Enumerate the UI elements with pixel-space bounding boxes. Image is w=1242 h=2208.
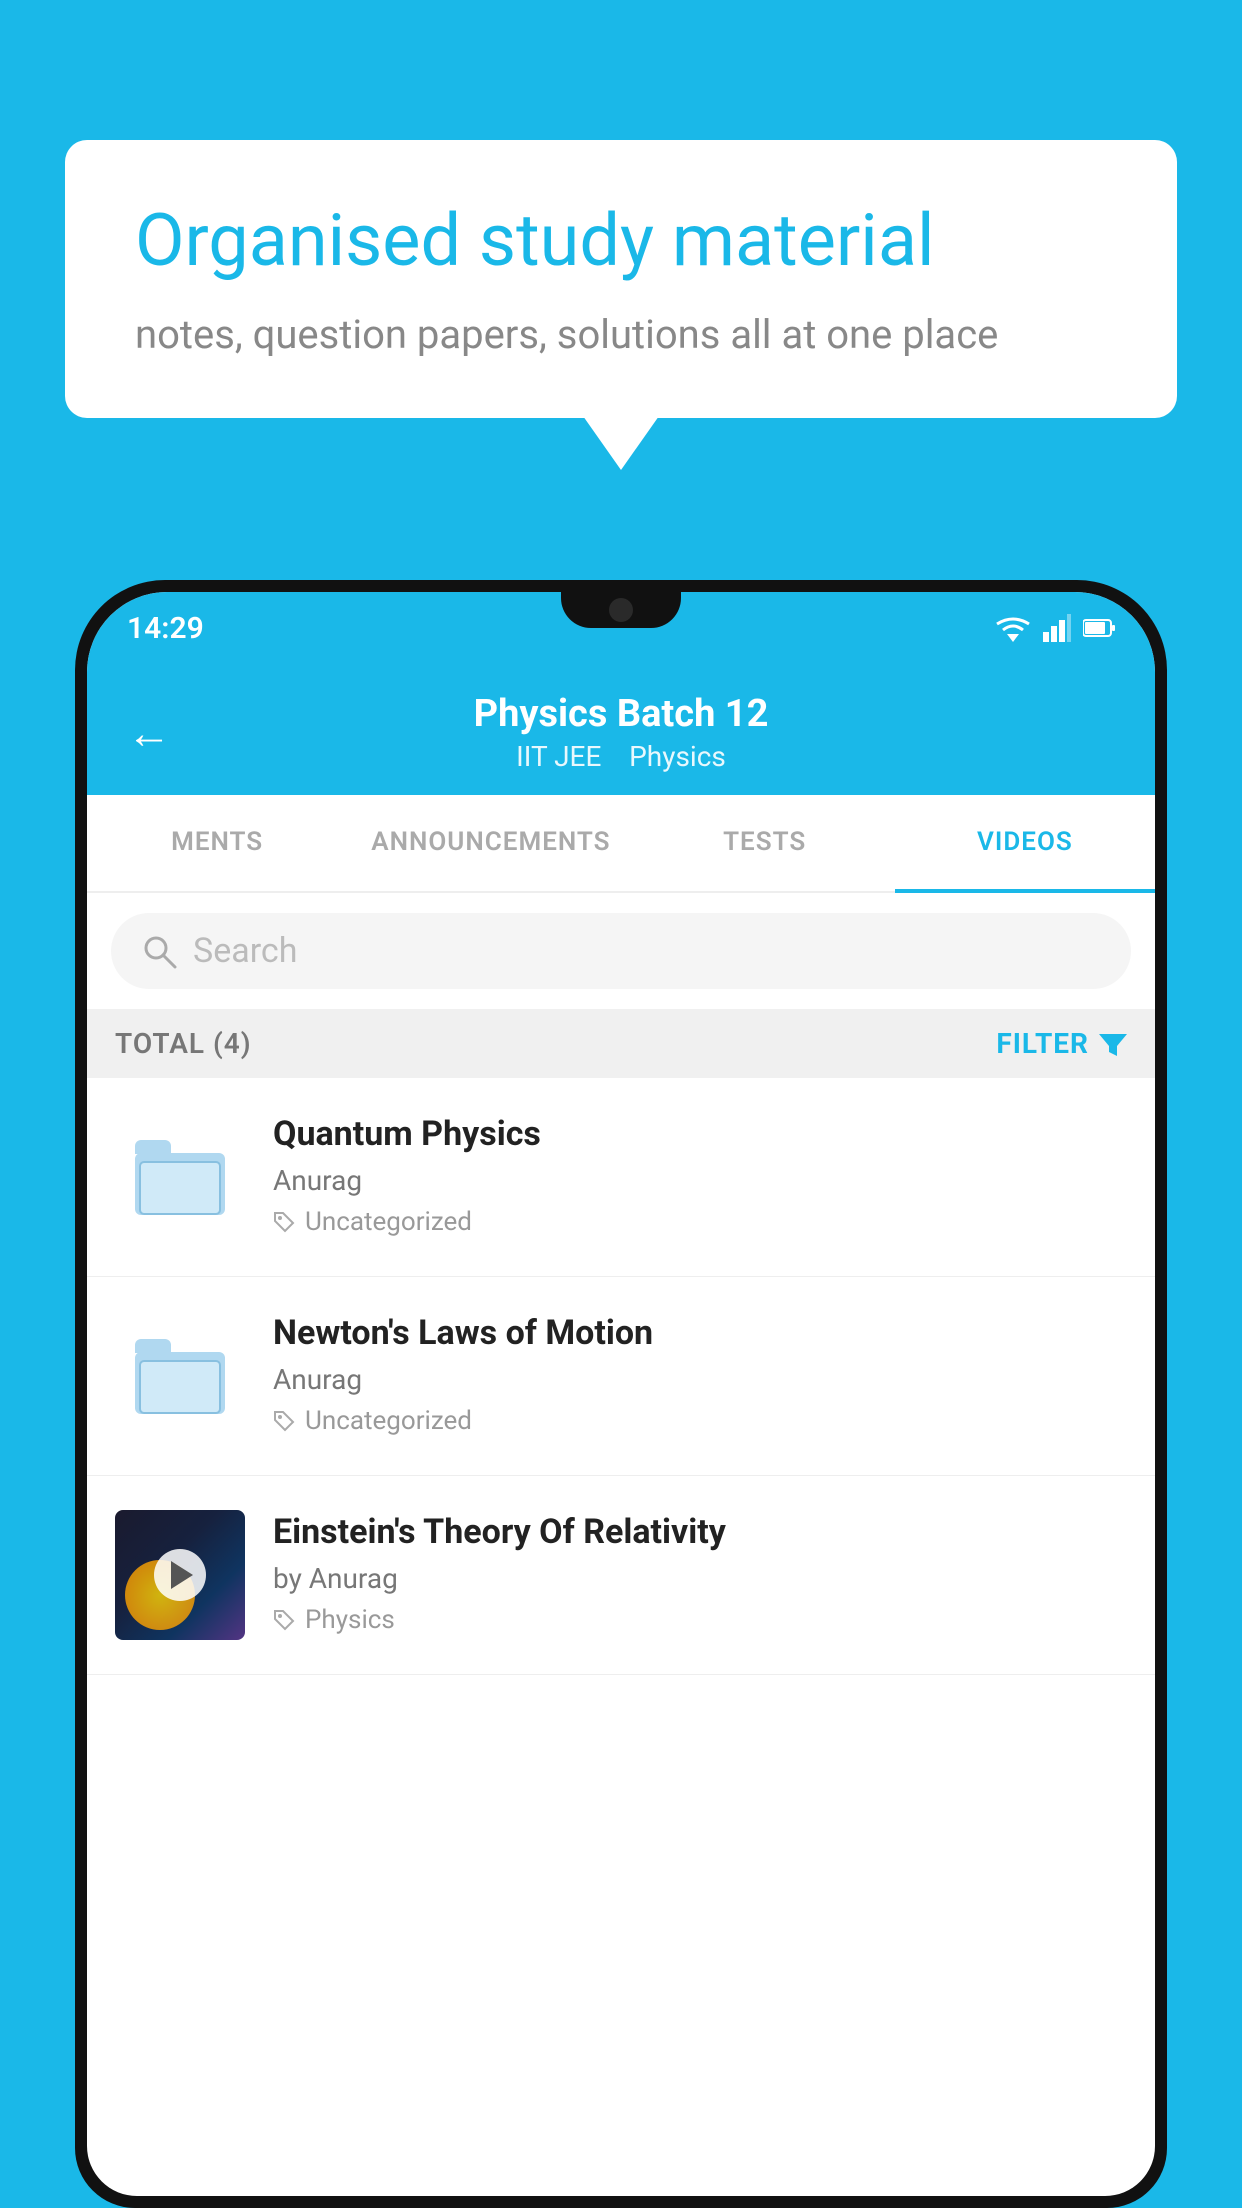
filter-label: FILTER [996, 1027, 1089, 1060]
status-icons [995, 614, 1115, 642]
video-thumbnail [115, 1510, 245, 1640]
speech-bubble-heading: Organised study material [135, 200, 1107, 283]
phone-screen: 14:29 [87, 592, 1155, 2196]
video-info: Newton's Laws of Motion Anurag Uncategor… [273, 1311, 1127, 1436]
battery-icon [1083, 618, 1115, 638]
folder-icon [135, 1140, 225, 1215]
phone-notch [561, 592, 681, 628]
filter-button[interactable]: FILTER [996, 1027, 1127, 1060]
total-count: TOTAL (4) [115, 1027, 252, 1060]
tag-icon [273, 1410, 295, 1432]
video-author: Anurag [273, 1164, 1127, 1197]
play-button[interactable] [154, 1549, 206, 1601]
video-title: Newton's Laws of Motion [273, 1311, 1127, 1355]
header-title-group: Physics Batch 12 IIT JEE Physics [201, 692, 1041, 773]
tag-label: Physics [305, 1605, 395, 1635]
tag-label: Uncategorized [305, 1406, 472, 1436]
video-tag: Physics [273, 1605, 1127, 1635]
video-author: Anurag [273, 1363, 1127, 1396]
header-tag2: Physics [629, 740, 726, 773]
list-item[interactable]: Newton's Laws of Motion Anurag Uncategor… [87, 1277, 1155, 1476]
search-container: Search [87, 893, 1155, 1009]
video-title: Einstein's Theory Of Relativity [273, 1510, 1127, 1554]
filter-bar: TOTAL (4) FILTER [87, 1009, 1155, 1078]
front-camera [609, 598, 633, 622]
video-author: by Anurag [273, 1562, 1127, 1595]
tag-icon [273, 1211, 295, 1233]
list-item[interactable]: Quantum Physics Anurag Uncategorized [87, 1078, 1155, 1277]
folder-icon-wrapper [115, 1311, 245, 1441]
back-button[interactable]: ← [127, 707, 171, 759]
header-tag1: IIT JEE [516, 740, 601, 773]
video-tag: Uncategorized [273, 1207, 1127, 1237]
phone-frame: 14:29 [75, 580, 1167, 2208]
tag-label: Uncategorized [305, 1207, 472, 1237]
tabs-bar: MENTS ANNOUNCEMENTS TESTS VIDEOS [87, 795, 1155, 893]
list-item[interactable]: Einstein's Theory Of Relativity by Anura… [87, 1476, 1155, 1675]
folder-icon [135, 1339, 225, 1414]
folder-icon-wrapper [115, 1112, 245, 1242]
status-time: 14:29 [127, 611, 204, 646]
signal-icon [1043, 614, 1071, 642]
tab-videos[interactable]: VIDEOS [895, 795, 1155, 893]
filter-icon [1099, 1030, 1127, 1058]
video-tag: Uncategorized [273, 1406, 1127, 1436]
video-info: Quantum Physics Anurag Uncategorized [273, 1112, 1127, 1237]
video-info: Einstein's Theory Of Relativity by Anura… [273, 1510, 1127, 1635]
header-title: Physics Batch 12 [201, 692, 1041, 736]
header-subtitle: IIT JEE Physics [201, 740, 1041, 773]
search-icon [141, 933, 177, 969]
wifi-icon [995, 614, 1031, 642]
tab-tests[interactable]: TESTS [635, 795, 895, 891]
speech-bubble-subtext: notes, question papers, solutions all at… [135, 311, 1107, 358]
search-input-wrapper[interactable]: Search [111, 913, 1131, 989]
speech-bubble-card: Organised study material notes, question… [65, 140, 1177, 418]
tag-icon [273, 1609, 295, 1631]
video-title: Quantum Physics [273, 1112, 1127, 1156]
app-header: ← Physics Batch 12 IIT JEE Physics [87, 664, 1155, 795]
video-list: Quantum Physics Anurag Uncategorized [87, 1078, 1155, 1675]
tab-ments[interactable]: MENTS [87, 795, 347, 891]
search-placeholder: Search [193, 931, 297, 971]
speech-bubble-section: Organised study material notes, question… [65, 140, 1177, 418]
tab-announcements[interactable]: ANNOUNCEMENTS [347, 795, 634, 891]
